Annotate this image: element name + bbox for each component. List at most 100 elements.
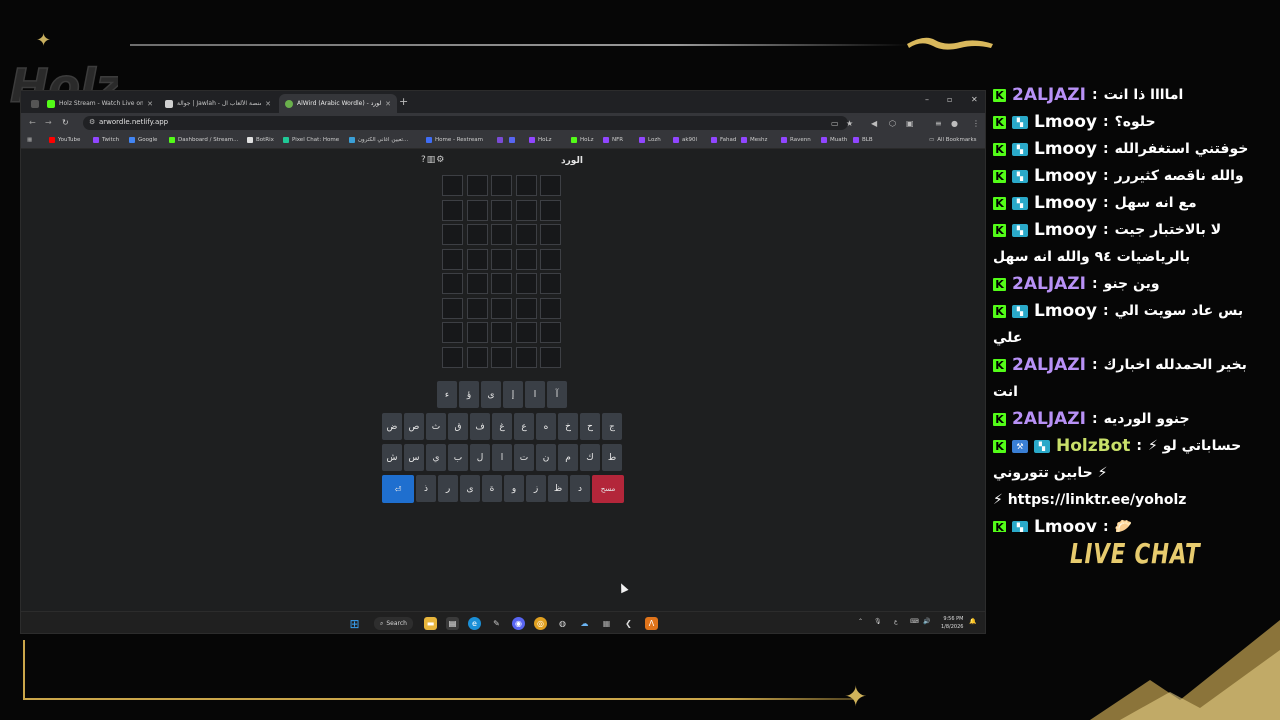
network-icon[interactable]: ⌨	[910, 618, 919, 625]
bookmark-item[interactable]: Meshz	[741, 137, 767, 143]
tab-holz-stream[interactable]: Holz Stream - Watch Live on Ki ✕	[41, 94, 159, 113]
notification-icon[interactable]: 🔔	[969, 618, 976, 625]
bookmark-item[interactable]: Dashboard / Stream...	[169, 137, 238, 143]
key-button[interactable]: س	[404, 444, 424, 471]
key-button[interactable]: ي	[426, 444, 446, 471]
key-button[interactable]: ف	[470, 413, 490, 440]
steam-icon[interactable]: ☁	[578, 617, 591, 630]
taskbar-search[interactable]: ⌕ Search	[374, 617, 413, 630]
language-indicator[interactable]: ع	[894, 618, 898, 625]
discord-icon[interactable]: ◉	[512, 617, 525, 630]
close-tab-icon[interactable]: ✕	[265, 100, 271, 108]
minimize-button[interactable]: –	[925, 95, 929, 104]
bookmark-item[interactable]: YouTube	[49, 137, 80, 143]
key-button[interactable]: ق	[448, 413, 468, 440]
media-icon[interactable]: ≡	[935, 119, 942, 128]
key-button[interactable]: و	[504, 475, 524, 502]
key-button[interactable]: خ	[558, 413, 578, 440]
bookmark-star-icon[interactable]: ★	[846, 119, 853, 128]
key-button[interactable]: ة	[482, 475, 502, 502]
mic-icon[interactable]: 🎙	[874, 618, 882, 625]
key-button[interactable]: ط	[602, 444, 622, 471]
cast-icon[interactable]: ▭	[831, 119, 839, 128]
app-icon[interactable]: ✎	[490, 617, 503, 630]
app-icon[interactable]: ▦	[600, 617, 613, 630]
obs-icon[interactable]: ◍	[556, 617, 569, 630]
app-icon[interactable]: ❮	[622, 617, 635, 630]
file-explorer-icon[interactable]: ▬	[424, 617, 437, 630]
key-button[interactable]: ع	[514, 413, 534, 440]
bookmark-item[interactable]	[509, 137, 515, 143]
key-button[interactable]: م	[558, 444, 578, 471]
tray-chevron-icon[interactable]: ⌃	[858, 618, 863, 625]
back-icon[interactable]: ←	[29, 118, 36, 127]
key-button[interactable]: د	[570, 475, 590, 502]
key-button[interactable]: ا	[492, 444, 512, 471]
key-button[interactable]: ا	[525, 381, 545, 408]
key-button[interactable]: ح	[580, 413, 600, 440]
bookmark-item[interactable]: HoLz	[571, 137, 593, 143]
key-button[interactable]: ش	[382, 444, 402, 471]
extension-icon[interactable]: ⬡	[889, 119, 896, 128]
key-button[interactable]: ج	[602, 413, 622, 440]
app-icon[interactable]: Λ	[645, 617, 658, 630]
bookmark-item[interactable]: HoLz	[529, 137, 551, 143]
bookmark-item[interactable]: Home - Restream	[426, 137, 483, 143]
reload-icon[interactable]: ↻	[62, 118, 69, 127]
key-button[interactable]: ن	[536, 444, 556, 471]
bookmark-item[interactable]	[497, 137, 503, 143]
key-button[interactable]: آ	[547, 381, 567, 408]
key-button[interactable]: ب	[448, 444, 468, 471]
bookmark-item[interactable]: BotRix	[247, 137, 274, 143]
bookmark-item[interactable]: تعيين اغاني الكترون...	[349, 137, 408, 143]
close-tab-icon[interactable]: ✕	[147, 100, 153, 108]
bookmark-item[interactable]: NFR	[603, 137, 623, 143]
tab-alwird[interactable]: AlWird (Arabic Wordle) - الورد ✕	[279, 94, 397, 113]
settings-icon[interactable]: ⚙	[436, 155, 445, 165]
maximize-button[interactable]: ▫	[947, 95, 952, 104]
key-button[interactable]: ى	[460, 475, 480, 502]
windows-start-icon[interactable]: ⊞	[348, 617, 361, 631]
bookmark-item[interactable]: Ravenn	[781, 137, 811, 143]
enter-key-button[interactable]: ⏎	[382, 475, 414, 503]
apps-grid-icon[interactable]: ▦	[27, 137, 32, 143]
key-button[interactable]: ظ	[548, 475, 568, 502]
new-tab-button[interactable]: +	[399, 95, 408, 108]
profile-avatar-icon[interactable]: ●	[951, 119, 958, 128]
bookmark-item[interactable]: Google	[129, 137, 157, 143]
volume-icon[interactable]: 🔊	[923, 618, 930, 625]
delete-key-button[interactable]: مسح	[592, 475, 624, 503]
chrome-icon[interactable]: ◎	[534, 617, 547, 630]
key-button[interactable]: ل	[470, 444, 490, 471]
tab-group-icon[interactable]	[25, 94, 39, 113]
menu-icon[interactable]: ⋮	[972, 119, 980, 128]
key-button[interactable]: ك	[580, 444, 600, 471]
system-clock[interactable]: 9:56 PM 1/8/2026	[941, 615, 963, 631]
all-bookmarks-folder[interactable]: ▭ All Bookmarks	[929, 137, 977, 143]
key-button[interactable]: ء	[437, 381, 457, 408]
key-button[interactable]: ر	[438, 475, 458, 502]
forward-icon[interactable]: →	[45, 118, 52, 127]
tab-jawlah[interactable]: جوالة | Jawlah - منصة الألعاب ال ✕	[159, 94, 277, 113]
key-button[interactable]: ت	[514, 444, 534, 471]
bookmark-item[interactable]: ak90l	[673, 137, 697, 143]
close-tab-icon[interactable]: ✕	[385, 100, 391, 108]
bookmark-item[interactable]: BLB	[853, 137, 873, 143]
bookmark-item[interactable]: Twitch	[93, 137, 119, 143]
key-button[interactable]: ذ	[416, 475, 436, 502]
bookmark-item[interactable]: Muath	[821, 137, 847, 143]
key-button[interactable]: ث	[426, 413, 446, 440]
close-window-button[interactable]: ✕	[971, 95, 978, 104]
stats-icon[interactable]: ▥	[427, 155, 437, 165]
key-button[interactable]: ؤ	[459, 381, 479, 408]
key-button[interactable]: ه	[536, 413, 556, 440]
store-icon[interactable]: ▤	[446, 617, 459, 630]
bookmark-item[interactable]: Lozh	[639, 137, 661, 143]
address-bar[interactable]: ⚙ arwordle.netlify.app	[83, 116, 848, 130]
site-info-icon[interactable]: ⚙	[89, 118, 95, 126]
mute-icon[interactable]: ◀	[871, 119, 877, 128]
key-button[interactable]: غ	[492, 413, 512, 440]
puzzle-icon[interactable]: ▣	[906, 119, 914, 128]
key-button[interactable]: ص	[404, 413, 424, 440]
key-button[interactable]: ى	[481, 381, 501, 408]
